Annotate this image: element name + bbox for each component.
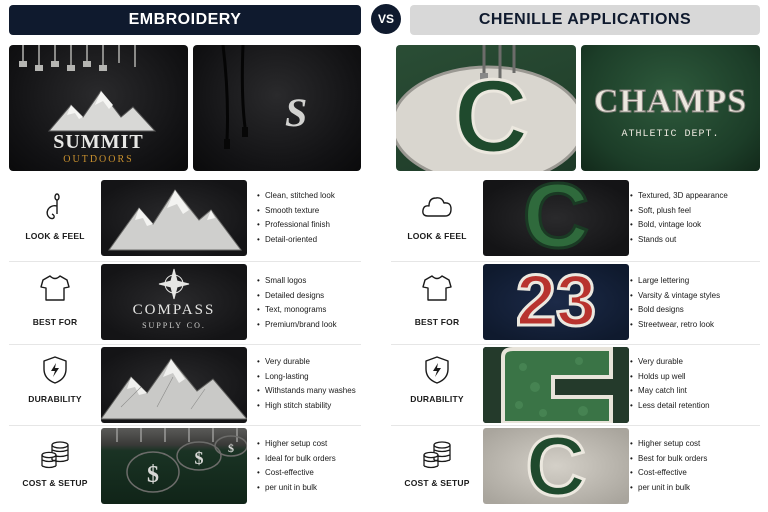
list-item: Very durable [257, 355, 356, 370]
tshirt-icon [13, 273, 97, 303]
supply-co-text: SUPPLY CO. [142, 321, 206, 330]
summit-outdoors-photo: SUMMIT OUTDOORS [9, 45, 188, 171]
list-item: Large lettering [630, 274, 720, 289]
list-item: Textured, 3D appearance [630, 189, 728, 204]
chenille-c-letter: C [452, 59, 530, 171]
embroidery-durability-bullets: Very durable Long-lasting Withstands man… [257, 355, 356, 413]
embroidery-durability-thumb [101, 347, 247, 423]
row-divider [9, 425, 361, 426]
list-item: Long-lasting [257, 370, 356, 385]
chenille-look-feel-label: LOOK & FEEL [407, 231, 467, 241]
list-item: Detailed designs [257, 289, 337, 304]
list-item: Small logos [257, 274, 337, 289]
svg-text:$: $ [195, 448, 204, 468]
list-item: Higher setup cost [630, 437, 707, 452]
compass-text: COMPASS [132, 302, 216, 318]
coin-stack-icon [13, 440, 97, 470]
chenille-hoop-photo: C [396, 45, 576, 171]
champs-photo: CHAMPS ATHLETIC DEPT. [581, 45, 760, 171]
list-item: Detail-oriented [257, 233, 335, 248]
athletic-dept-text: ATHLETIC DEPT. [621, 129, 720, 140]
list-item: Withstands many washes [257, 384, 356, 399]
coin-stack-icon [395, 440, 479, 470]
list-item: Soft, plush feel [630, 204, 728, 219]
chenille-best-thumb: 23 [483, 264, 629, 340]
list-item: Smooth texture [257, 204, 335, 219]
chenille-c-letter: C [521, 180, 590, 256]
list-item: Streetwear, retro look [630, 318, 720, 333]
list-item: Premium/brand look [257, 318, 337, 333]
cloud-icon [395, 192, 479, 222]
embroidery-cost-thumb: $ $ $ [101, 428, 247, 504]
hoodie-s-photo: S [193, 45, 361, 171]
svg-text:$: $ [228, 441, 234, 455]
embroidery-look-feel-label: LOOK & FEEL [25, 231, 85, 241]
outdoors-text: OUTDOORS [63, 154, 134, 165]
varsity-number: 23 [514, 264, 597, 340]
list-item: Varsity & vintage styles [630, 289, 720, 304]
list-item: Best for bulk orders [630, 452, 707, 467]
row-divider [391, 344, 760, 345]
chenille-best-for-label: BEST FOR [414, 317, 460, 327]
chenille-durability-label: DURABILITY [410, 394, 464, 404]
list-item: Text, monograms [257, 303, 337, 318]
hoodie-drawstrings-graphic [221, 45, 248, 149]
embroidery-look-bullets: Clean, stitched look Smooth texture Prof… [257, 189, 335, 247]
chenille-durability-thumb [483, 347, 629, 423]
embroidery-look-thumb [101, 180, 247, 256]
list-item: High stitch stability [257, 399, 356, 414]
list-item: Bold, vintage look [630, 218, 728, 233]
champs-text: CHAMPS [593, 83, 748, 121]
list-item: Very durable [630, 355, 710, 370]
embroidery-cost-bullets: Higher setup cost Ideal for bulk orders … [257, 437, 336, 495]
row-divider [391, 425, 760, 426]
shield-bolt-icon [395, 355, 479, 385]
chenille-cost-bullets: Higher setup cost Best for bulk orders C… [630, 437, 707, 495]
chenille-look-bullets: Textured, 3D appearance Soft, plush feel… [630, 189, 728, 247]
list-item: Bold designs [630, 303, 720, 318]
row-divider [391, 261, 760, 262]
embroidery-best-bullets: Small logos Detailed designs Text, monog… [257, 274, 337, 332]
needle-thread-icon [13, 192, 97, 222]
list-item: per unit in bulk [257, 481, 336, 496]
row-divider [9, 261, 361, 262]
chenille-look-thumb: C [483, 180, 629, 256]
embroidered-s-letter: S [285, 90, 308, 135]
list-item: Stands out [630, 233, 728, 248]
list-item: Higher setup cost [257, 437, 336, 452]
list-item: Less detail retention [630, 399, 710, 414]
list-item: Clean, stitched look [257, 189, 335, 204]
summit-text: SUMMIT [53, 131, 144, 153]
embroidery-cost-label: COST & SETUP [22, 478, 88, 488]
list-item: Cost-effective [257, 466, 336, 481]
chenille-cost-label: COST & SETUP [404, 478, 470, 488]
list-item: Ideal for bulk orders [257, 452, 336, 467]
embroidery-header: EMBROIDERY [9, 5, 361, 35]
chenille-header: CHENILLE APPLICATIONS [410, 5, 760, 35]
list-item: Holds up well [630, 370, 710, 385]
vs-badge: VS [371, 4, 401, 34]
list-item: Cost-effective [630, 466, 707, 481]
list-item: May catch lint [630, 384, 710, 399]
chenille-c-letter: C [524, 428, 588, 504]
row-divider [9, 344, 361, 345]
chenille-durability-bullets: Very durable Holds up well May catch lin… [630, 355, 710, 413]
tshirt-icon [395, 273, 479, 303]
shield-bolt-icon [13, 355, 97, 385]
list-item: per unit in bulk [630, 481, 707, 496]
chenille-best-bullets: Large lettering Varsity & vintage styles… [630, 274, 720, 332]
chenille-cost-thumb: C [483, 428, 629, 504]
embroidery-best-for-label: BEST FOR [32, 317, 78, 327]
embroidery-durability-label: DURABILITY [28, 394, 82, 404]
list-item: Professional finish [257, 218, 335, 233]
embroidery-best-thumb: COMPASS SUPPLY CO. [101, 264, 247, 340]
svg-text:$: $ [147, 462, 159, 488]
